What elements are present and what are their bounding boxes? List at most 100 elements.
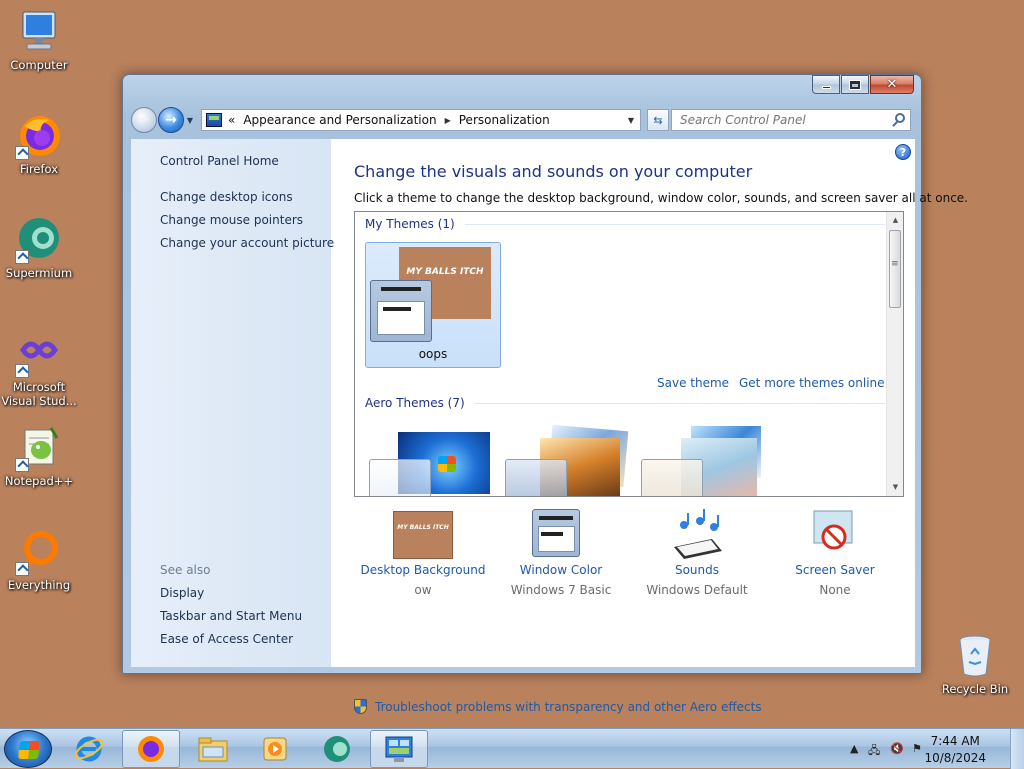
desktop-icon-label: Microsoft Visual Stud...	[1, 380, 77, 408]
window-color-value: Windows 7 Basic	[510, 583, 612, 597]
refresh-icon: ⇆	[653, 113, 663, 127]
recent-pages-dropdown[interactable]: ▼	[184, 116, 196, 125]
breadcrumb-appearance[interactable]: Appearance and Personalization	[243, 113, 436, 127]
show-desktop-button[interactable]	[1010, 729, 1024, 769]
desktop-background-option[interactable]: MY BALLS ITCH Desktop Background ow	[353, 509, 493, 597]
back-arrow-icon: ←	[138, 112, 150, 128]
show-hidden-icons-icon[interactable]: ▲	[850, 742, 858, 755]
action-center-flag-icon[interactable]: ⚑	[912, 742, 922, 755]
search-box[interactable]	[671, 109, 911, 131]
taskbar-internet-explorer[interactable]	[60, 730, 118, 768]
left-nav-pane: Control Panel Home Change desktop icons …	[131, 139, 334, 667]
desktop-icon-label: Computer	[10, 58, 68, 72]
recycle-bin-icon	[951, 632, 999, 680]
my-themes-label: My Themes (1)	[365, 217, 455, 231]
back-button[interactable]: ←	[131, 107, 157, 133]
visual-studio-icon	[15, 330, 63, 378]
desktop-icon-everything[interactable]: Everything	[0, 528, 79, 592]
forward-button[interactable]: →	[158, 107, 184, 133]
ease-of-access-link[interactable]: Ease of Access Center	[160, 632, 293, 646]
theme-gallery: My Themes (1) MY BALLS ITCH oops Save th…	[354, 211, 904, 497]
taskbar-supermium[interactable]	[308, 730, 366, 768]
desktop-background-label[interactable]: Desktop Background	[353, 563, 493, 577]
change-desktop-icons-link[interactable]: Change desktop icons	[160, 190, 293, 204]
screen-saver-label[interactable]: Screen Saver	[765, 563, 905, 577]
breadcrumb-separator-icon[interactable]: ▶	[445, 116, 451, 125]
desktop-icon-computer[interactable]: Computer	[0, 8, 79, 72]
desktop-icon-visual-studio[interactable]: Microsoft Visual Stud...	[0, 330, 79, 408]
media-player-icon	[263, 737, 287, 761]
taskbar-start-menu-link[interactable]: Taskbar and Start Menu	[160, 609, 302, 623]
sounds-option[interactable]: Sounds Windows Default	[627, 509, 767, 597]
theme-tile-architecture[interactable]	[505, 422, 641, 496]
everything-icon	[15, 528, 63, 576]
volume-muted-icon[interactable]: 🔇	[890, 742, 904, 755]
scroll-up-icon[interactable]: ▲	[887, 212, 903, 229]
taskbar-control-panel[interactable]	[370, 730, 428, 768]
aero-window-preview	[641, 459, 703, 496]
maximize-button[interactable]	[841, 75, 869, 94]
help-icon[interactable]: ?	[895, 144, 911, 160]
get-more-themes-link[interactable]: Get more themes online	[739, 376, 885, 390]
shortcut-arrow-icon	[15, 364, 29, 378]
search-icon[interactable]	[895, 113, 905, 123]
address-dropdown-icon[interactable]: ▼	[628, 116, 634, 125]
maximize-icon	[849, 79, 861, 90]
theme-tile-characters[interactable]	[641, 422, 777, 496]
clock[interactable]: 7:44 AM 10/8/2024	[924, 733, 986, 767]
taskbar-file-explorer[interactable]	[184, 730, 242, 768]
desktop-icon-recycle-bin[interactable]: Recycle Bin	[935, 632, 1015, 696]
change-account-picture-link[interactable]: Change your account picture	[160, 236, 334, 250]
save-theme-link[interactable]: Save theme	[657, 376, 729, 390]
minimize-button[interactable]	[812, 75, 840, 94]
desktop-icon-notepadpp[interactable]: Notepad++	[0, 424, 79, 488]
supermium-icon	[324, 736, 350, 762]
scroll-thumb[interactable]	[889, 230, 901, 308]
sounds-label[interactable]: Sounds	[627, 563, 767, 577]
supermium-icon	[15, 216, 63, 264]
breadcrumb-overflow[interactable]: «	[228, 113, 235, 127]
address-bar[interactable]: « Appearance and Personalization ▶ Perso…	[201, 109, 641, 131]
change-mouse-pointers-link[interactable]: Change mouse pointers	[160, 213, 303, 227]
aero-window-preview	[505, 459, 567, 496]
display-link[interactable]: Display	[160, 586, 204, 600]
gallery-scrollbar[interactable]: ▲ ▼	[886, 212, 903, 496]
windows-logo-icon	[18, 741, 40, 759]
desktop-icon-firefox[interactable]: Firefox	[0, 112, 79, 176]
taskbar-media-player[interactable]	[246, 730, 304, 768]
wallpaper-text: MY BALLS ITCH	[406, 267, 484, 277]
troubleshoot-link-text[interactable]: Troubleshoot problems with transparency …	[375, 700, 762, 714]
window-color-label[interactable]: Window Color	[491, 563, 631, 577]
close-button[interactable]: ✕	[870, 75, 914, 94]
theme-tile-oops[interactable]: MY BALLS ITCH oops	[365, 242, 501, 368]
start-button[interactable]	[4, 730, 52, 768]
shortcut-arrow-icon	[15, 562, 29, 576]
desktop-icon-label: Notepad++	[4, 474, 74, 488]
system-tray: ▲ 🖧 🔇 ⚑ 7:44 AM 10/8/2024	[844, 729, 1024, 769]
page-subtitle: Click a theme to change the desktop back…	[354, 191, 968, 205]
screen-saver-value: None	[819, 583, 851, 597]
network-icon[interactable]: 🖧	[868, 742, 880, 761]
screen-saver-option[interactable]: Screen Saver None	[765, 509, 905, 597]
notepadpp-icon	[15, 424, 63, 472]
aero-window-preview	[369, 459, 431, 496]
theme-tile-windows-7[interactable]	[365, 422, 501, 496]
taskbar-firefox[interactable]	[122, 730, 180, 768]
shortcut-arrow-icon	[15, 146, 29, 160]
breadcrumb-personalization[interactable]: Personalization	[459, 113, 550, 127]
window-color-option[interactable]: Window Color Windows 7 Basic	[491, 509, 631, 597]
scroll-down-icon[interactable]: ▼	[887, 479, 903, 496]
desktop-icon-supermium[interactable]: Supermium	[0, 216, 79, 280]
troubleshoot-link[interactable]: Troubleshoot problems with transparency …	[354, 699, 762, 714]
computer-icon	[15, 8, 63, 56]
main-pane: ? Change the visuals and sounds on your …	[331, 139, 968, 714]
search-input[interactable]	[678, 111, 878, 129]
page-title: Change the visuals and sounds on your co…	[354, 162, 753, 181]
control-panel-home-link[interactable]: Control Panel Home	[160, 154, 279, 168]
caption-buttons: ✕	[811, 75, 914, 94]
desktop-background-value: ow	[414, 583, 432, 597]
window-color-icon	[530, 509, 592, 559]
refresh-button[interactable]: ⇆	[647, 109, 669, 131]
shortcut-arrow-icon	[15, 458, 29, 472]
group-divider	[474, 402, 885, 404]
